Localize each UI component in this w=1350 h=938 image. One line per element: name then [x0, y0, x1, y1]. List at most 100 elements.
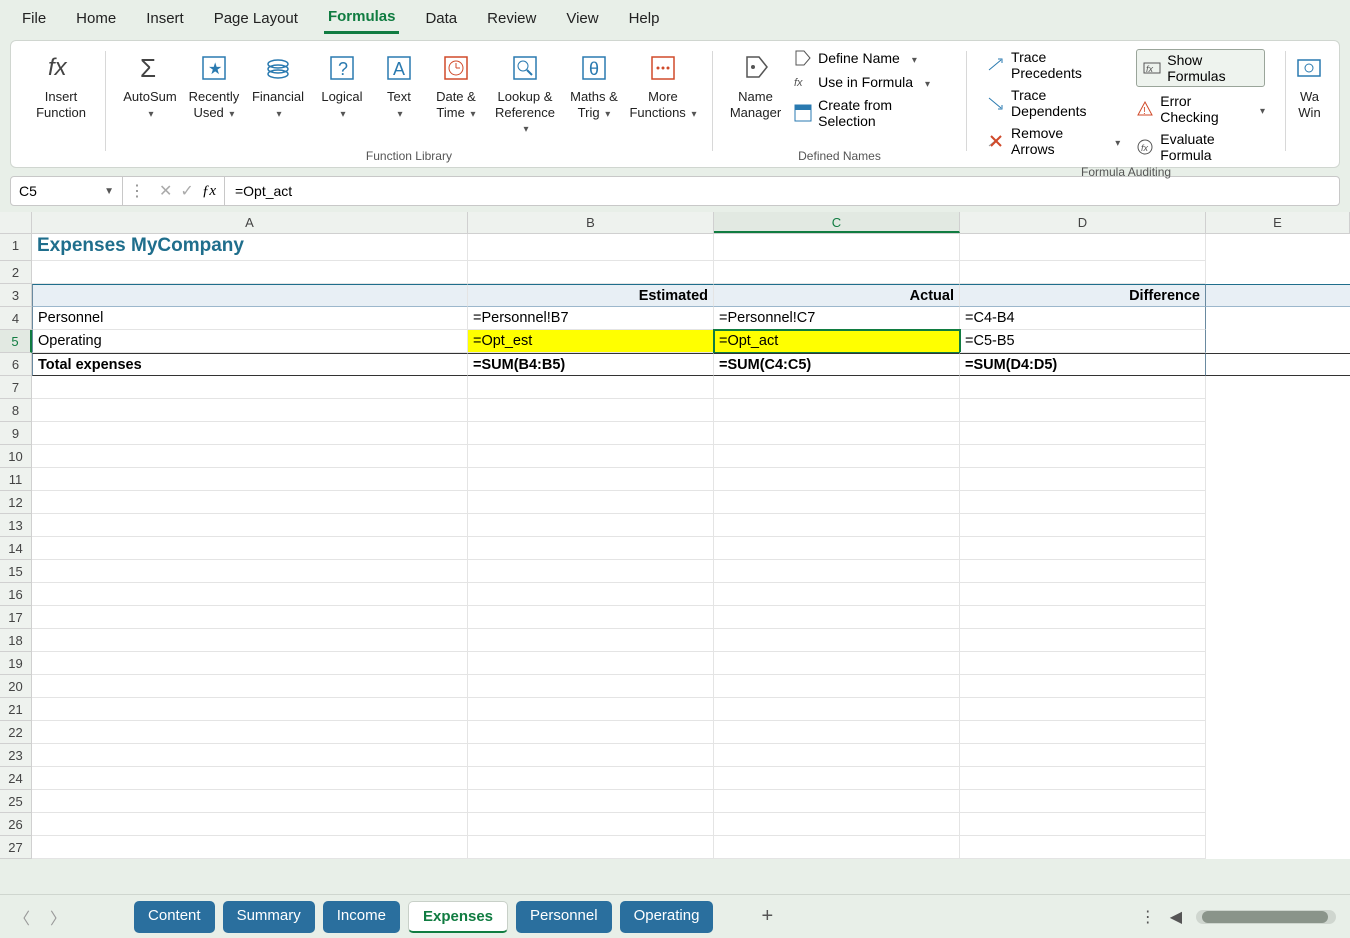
cell-B2[interactable] — [468, 261, 714, 284]
cell-A13[interactable] — [32, 514, 468, 537]
cell-E8[interactable] — [1206, 399, 1350, 422]
row-header[interactable]: 15 — [0, 560, 32, 583]
sheet-tab-summary[interactable]: Summary — [223, 901, 315, 933]
cell-B4[interactable]: =Personnel!B7 — [468, 307, 714, 330]
cell-E26[interactable] — [1206, 813, 1350, 836]
trace-precedents-button[interactable]: Trace Precedents — [987, 49, 1120, 81]
cell-D23[interactable] — [960, 744, 1206, 767]
row-header[interactable]: 4 — [0, 307, 32, 330]
sheet-tab-personnel[interactable]: Personnel — [516, 901, 612, 933]
cell-D20[interactable] — [960, 675, 1206, 698]
cell-E14[interactable] — [1206, 537, 1350, 560]
financial-button[interactable]: Financial — [246, 47, 310, 125]
cell-C21[interactable] — [714, 698, 960, 721]
use-in-formula-button[interactable]: fx Use in Formula — [794, 73, 946, 91]
row-header[interactable]: 26 — [0, 813, 32, 836]
menu-view[interactable]: View — [562, 4, 602, 33]
cell-D19[interactable] — [960, 652, 1206, 675]
row-header[interactable]: 10 — [0, 445, 32, 468]
cell-B8[interactable] — [468, 399, 714, 422]
cell-A5[interactable]: Operating — [32, 330, 468, 353]
cell-E23[interactable] — [1206, 744, 1350, 767]
cell-C13[interactable] — [714, 514, 960, 537]
col-header-e[interactable]: E — [1206, 212, 1350, 233]
row-header[interactable]: 5 — [0, 330, 32, 353]
cell-C4[interactable]: =Personnel!C7 — [714, 307, 960, 330]
row-header[interactable]: 2 — [0, 261, 32, 284]
cell-C17[interactable] — [714, 606, 960, 629]
cell-D2[interactable] — [960, 261, 1206, 284]
cancel-icon[interactable]: ✕ — [159, 181, 172, 201]
row-header[interactable]: 1 — [0, 234, 32, 261]
cell-B14[interactable] — [468, 537, 714, 560]
cell-A8[interactable] — [32, 399, 468, 422]
cell-C10[interactable] — [714, 445, 960, 468]
cell-D13[interactable] — [960, 514, 1206, 537]
cell-D16[interactable] — [960, 583, 1206, 606]
cell-A27[interactable] — [32, 836, 468, 859]
watch-window-button[interactable]: Wa Win — [1290, 47, 1329, 124]
cell-B23[interactable] — [468, 744, 714, 767]
cell-D18[interactable] — [960, 629, 1206, 652]
cell-D5[interactable]: =C5-B5 — [960, 330, 1206, 353]
cell-E3[interactable] — [1206, 284, 1350, 307]
menu-data[interactable]: Data — [421, 4, 461, 33]
cell-C11[interactable] — [714, 468, 960, 491]
cell-D9[interactable] — [960, 422, 1206, 445]
col-header-c[interactable]: C — [714, 212, 960, 233]
row-header[interactable]: 19 — [0, 652, 32, 675]
cell-A20[interactable] — [32, 675, 468, 698]
cell-B17[interactable] — [468, 606, 714, 629]
cell-A23[interactable] — [32, 744, 468, 767]
cell-C26[interactable] — [714, 813, 960, 836]
cell-E22[interactable] — [1206, 721, 1350, 744]
cell-B21[interactable] — [468, 698, 714, 721]
row-header[interactable]: 22 — [0, 721, 32, 744]
cell-A1[interactable]: Expenses MyCompany — [32, 234, 468, 261]
row-header[interactable]: 27 — [0, 836, 32, 859]
scrollbar-thumb[interactable] — [1202, 911, 1328, 923]
cell-C25[interactable] — [714, 790, 960, 813]
sheet-tab-content[interactable]: Content — [134, 901, 215, 933]
cell-E24[interactable] — [1206, 767, 1350, 790]
cell-A2[interactable] — [32, 261, 468, 284]
row-header[interactable]: 21 — [0, 698, 32, 721]
cell-E21[interactable] — [1206, 698, 1350, 721]
row-header[interactable]: 8 — [0, 399, 32, 422]
row-header[interactable]: 7 — [0, 376, 32, 399]
cell-E6[interactable] — [1206, 353, 1350, 376]
cell-A18[interactable] — [32, 629, 468, 652]
cell-B18[interactable] — [468, 629, 714, 652]
menu-formulas[interactable]: Formulas — [324, 2, 400, 34]
cell-D1[interactable] — [960, 234, 1206, 261]
cell-A9[interactable] — [32, 422, 468, 445]
col-header-a[interactable]: A — [32, 212, 468, 233]
cell-A4[interactable]: Personnel — [32, 307, 468, 330]
more-functions-button[interactable]: More Functions — [626, 47, 700, 125]
cell-B16[interactable] — [468, 583, 714, 606]
scroll-left-icon[interactable]: ◀ — [1170, 907, 1182, 927]
error-checking-button[interactable]: ! Error Checking — [1136, 93, 1265, 125]
cell-B5[interactable]: =Opt_est — [468, 330, 714, 353]
cell-D12[interactable] — [960, 491, 1206, 514]
cell-E18[interactable] — [1206, 629, 1350, 652]
fx-icon[interactable]: ƒx — [202, 183, 216, 200]
cell-C23[interactable] — [714, 744, 960, 767]
add-sheet-button[interactable]: + — [761, 905, 773, 928]
cell-D26[interactable] — [960, 813, 1206, 836]
cell-E27[interactable] — [1206, 836, 1350, 859]
cell-C16[interactable] — [714, 583, 960, 606]
cell-A6[interactable]: Total expenses — [32, 353, 468, 376]
menu-page-layout[interactable]: Page Layout — [210, 4, 302, 33]
cell-C12[interactable] — [714, 491, 960, 514]
cell-E9[interactable] — [1206, 422, 1350, 445]
cell-A19[interactable] — [32, 652, 468, 675]
sheet-tab-expenses[interactable]: Expenses — [408, 901, 508, 933]
row-header[interactable]: 16 — [0, 583, 32, 606]
cell-D24[interactable] — [960, 767, 1206, 790]
cell-E12[interactable] — [1206, 491, 1350, 514]
cell-B3[interactable]: Estimated — [468, 284, 714, 307]
cell-D11[interactable] — [960, 468, 1206, 491]
cell-A15[interactable] — [32, 560, 468, 583]
cell-E5[interactable] — [1206, 330, 1350, 353]
